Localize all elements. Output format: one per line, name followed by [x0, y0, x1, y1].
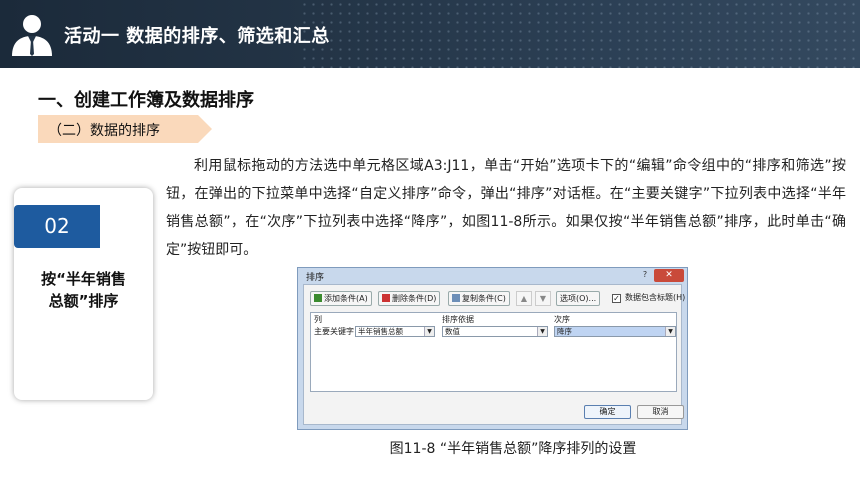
instruction-paragraph: 利用鼠标拖动的方法选中单元格区域A3:J11，单击“开始”选项卡下的“编辑”命令… [166, 158, 846, 258]
world-map-dots [300, 0, 860, 68]
column-select[interactable]: 半年销售总额 ▼ [355, 326, 435, 337]
subtitle-tag-label: （二）数据的排序 [48, 123, 160, 139]
has-headers-checkbox[interactable]: ✓ [612, 294, 621, 303]
dialog-body: 添加条件(A) 删除条件(D) 复制条件(C) ▲ ▼ 选项(O)... ✓ 数… [303, 284, 686, 425]
header-title: 活动一 数据的排序、筛选和汇总 [64, 26, 330, 47]
cancel-button[interactable]: 取消 [637, 405, 684, 419]
header-banner: 活动一 数据的排序、筛选和汇总 [0, 0, 860, 68]
add-condition-button[interactable]: 添加条件(A) [310, 291, 372, 306]
column-select-value: 半年销售总额 [358, 327, 403, 336]
has-headers-label: 数据包含标题(H) [625, 293, 686, 302]
add-condition-label: 添加条件(A) [324, 294, 368, 303]
step-title: 按“半年销售 总额”排序 [41, 270, 126, 310]
dialog-title: 排序 [306, 273, 325, 283]
sort-basis-value: 数值 [445, 327, 460, 336]
chevron-down-icon: ▼ [424, 327, 434, 336]
delete-condition-button[interactable]: 删除条件(D) [378, 291, 441, 306]
close-icon[interactable]: ✕ [654, 269, 684, 282]
figure-caption: 图11-8 “半年销售总额”降序排列的设置 [389, 441, 637, 457]
column-header-order: 次序 [554, 315, 570, 324]
sort-basis-select[interactable]: 数值 ▼ [442, 326, 548, 337]
help-icon[interactable]: ? [638, 270, 652, 280]
section-title: 一、创建工作簿及数据排序 [38, 90, 254, 111]
chevron-down-icon: ▼ [665, 327, 675, 336]
delete-icon [382, 294, 390, 302]
options-button[interactable]: 选项(O)... [556, 291, 601, 306]
person-icon [12, 15, 52, 56]
move-down-button[interactable]: ▼ [535, 291, 551, 306]
step-number: 02 [44, 214, 70, 238]
copy-icon [452, 294, 460, 302]
move-up-button[interactable]: ▲ [516, 291, 532, 306]
ok-button[interactable]: 确定 [584, 405, 631, 419]
step-number-badge: 02 [14, 205, 100, 248]
column-header-col: 列 [314, 315, 322, 324]
copy-condition-button[interactable]: 复制条件(C) [448, 291, 510, 306]
sort-dialog: 排序 ? ✕ 添加条件(A) 删除条件(D) 复制条件(C) ▲ ▼ 选项(O)… [297, 267, 688, 430]
copy-condition-label: 复制条件(C) [462, 294, 506, 303]
delete-condition-label: 删除条件(D) [392, 294, 437, 303]
add-icon [314, 294, 322, 302]
primary-key-label: 主要关键字 [314, 327, 354, 336]
column-header-basis: 排序依据 [442, 315, 474, 324]
order-select[interactable]: 降序 ▼ [554, 326, 676, 337]
subtitle-tag: （二）数据的排序 [38, 115, 212, 143]
order-value: 降序 [557, 327, 572, 336]
chevron-down-icon: ▼ [537, 327, 547, 336]
sort-levels-grid: 列 排序依据 次序 主要关键字 半年销售总额 ▼ 数值 ▼ 降序 ▼ [310, 312, 677, 392]
